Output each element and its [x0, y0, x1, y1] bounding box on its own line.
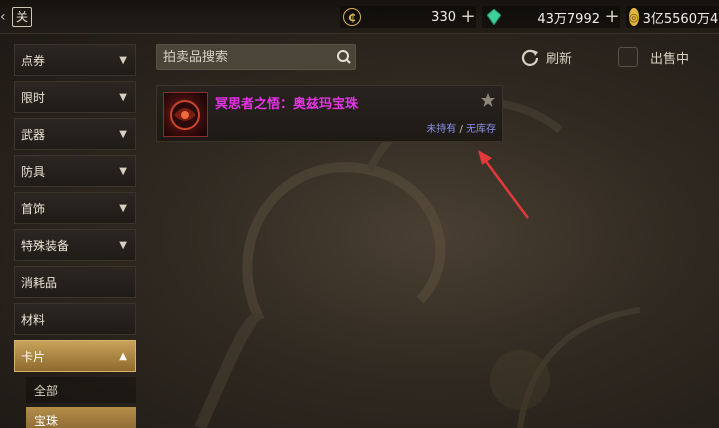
inventory-status: 无库存 [466, 124, 496, 135]
stock-status: 未持有 / 无库存 [426, 120, 496, 135]
category-weapon[interactable]: 武器 ▼ [14, 118, 136, 150]
category-consumable[interactable]: 消耗品 [14, 266, 136, 298]
category-label: 材料 [21, 312, 46, 327]
category-label: 限时 [21, 90, 46, 105]
subcategory-label: 宝珠 [34, 413, 59, 428]
crystal-icon [485, 8, 503, 26]
on-sale-filter[interactable]: 出售中 [618, 46, 689, 68]
annotation-arrow-icon [478, 150, 530, 219]
item-thumbnail-icon [163, 92, 208, 137]
chevron-down-icon: ▼ [119, 128, 127, 140]
owned-status: 未持有 [426, 124, 457, 135]
search-box [156, 44, 356, 70]
gold-balance: ◎ 3亿5560万4 [626, 6, 719, 28]
category-sidebar: 点券 ▼ 限时 ▼ 武器 ▼ 防具 ▼ 首饰 ▼ 特殊装备 ▼ 消耗品 材料 卡… [14, 44, 136, 428]
category-label: 卡片 [21, 349, 46, 364]
category-label: 特殊装备 [21, 238, 70, 253]
crystal-balance: 43万7992 + [482, 6, 620, 28]
coupon-icon: ₵ [343, 8, 361, 26]
category-special-equipment[interactable]: 特殊装备 ▼ [14, 229, 136, 261]
refresh-icon [521, 49, 539, 66]
on-sale-checkbox[interactable] [618, 47, 638, 67]
category-coupon[interactable]: 点券 ▼ [14, 44, 136, 76]
status-separator: / [459, 124, 463, 135]
subcategory-orb[interactable]: 宝珠 [26, 407, 136, 428]
category-label: 消耗品 [21, 275, 58, 290]
favorite-star-icon[interactable] [480, 92, 496, 108]
chevron-down-icon: ▼ [119, 91, 127, 103]
chevron-down-icon: ▼ [119, 165, 127, 177]
category-accessory[interactable]: 首饰 ▼ [14, 192, 136, 224]
chevron-down-icon: ▼ [119, 202, 127, 214]
category-material[interactable]: 材料 [14, 303, 136, 335]
subcategory-all[interactable]: 全部 [26, 377, 136, 403]
search-icon[interactable] [333, 46, 355, 68]
refresh-button[interactable]: 刷新 [520, 46, 572, 68]
item-name: 冥思者之悟：奥兹玛宝珠 [215, 97, 359, 112]
coupon-balance: ₵ 330 + [340, 6, 476, 28]
category-armor[interactable]: 防具 ▼ [14, 155, 136, 187]
category-limited[interactable]: 限时 ▼ [14, 81, 136, 113]
back-chevron-icon[interactable]: ‹ [0, 9, 10, 25]
chevron-up-icon: ▲ [119, 350, 127, 362]
calendar-icon[interactable]: 关 [12, 7, 32, 27]
on-sale-label: 出售中 [650, 51, 690, 67]
chevron-down-icon: ▼ [119, 239, 127, 251]
item-card[interactable]: 冥思者之悟：奥兹玛宝珠 未持有 / 无库存 [156, 85, 503, 142]
category-label: 武器 [21, 127, 46, 142]
top-bar: ‹ 关 ₵ 330 + 43万7992 + ◎ 3亿5560万4 [0, 0, 719, 34]
chevron-down-icon: ▼ [119, 54, 127, 66]
category-label: 防具 [21, 164, 46, 179]
crystal-value: 43万7992 [537, 11, 600, 27]
refresh-label: 刷新 [546, 51, 573, 67]
add-coupon-button[interactable]: + [460, 8, 476, 26]
category-card[interactable]: 卡片 ▲ [14, 340, 136, 372]
add-crystal-button[interactable]: + [604, 8, 620, 26]
search-input[interactable] [163, 49, 333, 65]
category-label: 点券 [21, 53, 46, 68]
gold-value: 3亿5560万4 [642, 11, 719, 27]
category-label: 首饰 [21, 201, 46, 216]
gold-coin-icon: ◎ [629, 8, 639, 26]
subcategory-label: 全部 [34, 383, 59, 398]
coupon-value: 330 [431, 9, 456, 25]
